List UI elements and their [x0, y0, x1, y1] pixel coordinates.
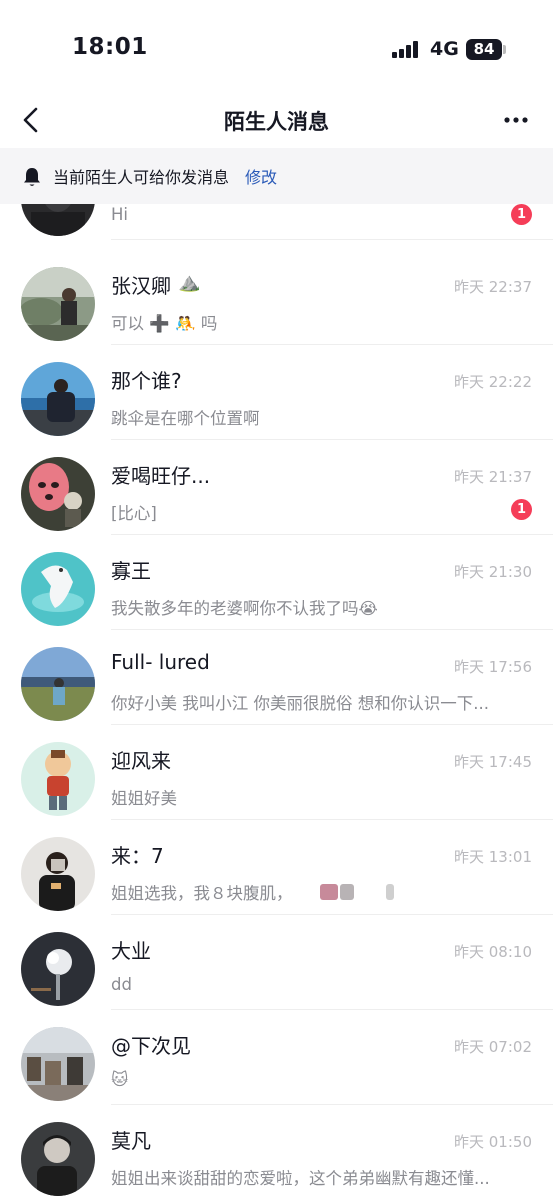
last-message: Hi — [111, 205, 128, 224]
contact-name: 迎风来 — [111, 749, 171, 773]
divider — [111, 239, 553, 240]
avatar — [21, 1027, 95, 1101]
last-message: 🐱 — [111, 1070, 129, 1089]
contact-name: Full- lured — [111, 650, 210, 674]
notice-banner: 当前陌生人可给你发消息 修改 — [0, 148, 553, 204]
contact-name: @下次见 — [111, 1034, 191, 1058]
avatar — [21, 204, 95, 236]
network-type: 4G — [430, 38, 459, 60]
last-message: 跳伞是在哪个位置啊 — [111, 409, 260, 428]
last-message: 姐姐选我，我８块腹肌， — [111, 884, 293, 903]
more-dots-icon — [504, 117, 528, 123]
conversation-row[interactable]: 大业 昨天 08:10 dd — [0, 915, 553, 1010]
conversation-row[interactable]: 莫凡 昨天 01:50 姐姐出来谈甜甜的恋爱啦，这个弟弟幽默有趣还懂... — [0, 1105, 553, 1200]
conversation-list: Hi 1 张汉卿 ⛰️ 昨天 22:37 可以 ➕ 🤼 吗 那个谁? 昨天 22… — [0, 204, 553, 1200]
last-message: 姐姐好美 — [111, 789, 177, 808]
conversation-row[interactable]: Full- lured 昨天 17:56 你好小美 我叫小江 你美丽很脱俗 想和… — [0, 630, 553, 725]
last-message: 可以 ➕ 🤼 吗 — [111, 314, 218, 333]
message-time: 昨天 21:37 — [454, 468, 532, 486]
message-time: 昨天 08:10 — [454, 943, 532, 961]
contact-name: 那个谁? — [111, 369, 182, 393]
message-time: 昨天 17:56 — [454, 658, 532, 676]
message-time: 昨天 17:45 — [454, 753, 532, 771]
signal-icon — [392, 40, 422, 58]
blurred-emoji — [386, 884, 394, 900]
message-time: 昨天 21:30 — [454, 563, 532, 581]
message-time: 昨天 07:02 — [454, 1038, 532, 1056]
conversation-row[interactable]: 张汉卿 ⛰️ 昨天 22:37 可以 ➕ 🤼 吗 — [0, 250, 553, 345]
conversation-row[interactable]: 那个谁? 昨天 22:22 跳伞是在哪个位置啊 — [0, 345, 553, 440]
contact-name: 张汉卿 — [111, 274, 171, 298]
battery-tip — [503, 45, 506, 54]
avatar — [21, 742, 95, 816]
message-time: 昨天 13:01 — [454, 848, 532, 866]
last-message: 你好小美 我叫小江 你美丽很脱俗 想和你认识一下... — [111, 694, 489, 713]
nav-bar: 陌生人消息 — [0, 92, 553, 148]
conversation-row[interactable]: Hi 1 — [0, 204, 553, 240]
blurred-emoji — [340, 884, 354, 900]
last-message: 姐姐出来谈甜甜的恋爱啦，这个弟弟幽默有趣还懂... — [111, 1169, 490, 1188]
contact-name: 寡王 — [111, 559, 151, 583]
conversation-row[interactable]: 爱喝旺仔... 昨天 21:37 [比心] 1 — [0, 440, 553, 535]
avatar — [21, 267, 95, 341]
conversation-row[interactable]: @下次见 昨天 07:02 🐱 — [0, 1010, 553, 1105]
last-message: dd — [111, 975, 132, 994]
blurred-emoji — [320, 884, 338, 900]
notice-text: 当前陌生人可给你发消息 — [53, 168, 230, 187]
avatar — [21, 552, 95, 626]
message-time: 昨天 22:37 — [454, 278, 532, 296]
status-bar: 18:01 4G 84 — [0, 0, 553, 100]
unread-badge: 1 — [511, 499, 532, 520]
conversation-row[interactable]: 寡王 昨天 21:30 我失散多年的老婆啊你不认我了吗😭 — [0, 535, 553, 630]
avatar — [21, 647, 95, 721]
avatar — [21, 457, 95, 531]
conversation-row[interactable]: 迎风来 昨天 17:45 姐姐好美 — [0, 725, 553, 820]
bell-icon — [24, 168, 40, 186]
unread-badge: 1 — [511, 204, 532, 225]
conversation-row[interactable]: 来：7 昨天 13:01 姐姐选我，我８块腹肌， — [0, 820, 553, 915]
last-message: 我失散多年的老婆啊你不认我了吗😭 — [111, 599, 378, 618]
last-message: [比心] — [111, 504, 157, 523]
avatar — [21, 932, 95, 1006]
battery-icon: 84 — [466, 39, 502, 60]
mountain-emoji: ⛰️ — [178, 272, 201, 293]
avatar — [21, 837, 95, 911]
contact-name: 大业 — [111, 939, 151, 963]
avatar — [21, 362, 95, 436]
message-time: 昨天 01:50 — [454, 1133, 532, 1151]
more-button[interactable] — [498, 100, 536, 140]
page-title: 陌生人消息 — [224, 110, 329, 134]
message-time: 昨天 22:22 — [454, 373, 532, 391]
modify-link[interactable]: 修改 — [245, 164, 277, 188]
avatar — [21, 1122, 95, 1196]
contact-name: 莫凡 — [111, 1129, 151, 1153]
status-time: 18:01 — [72, 34, 148, 60]
contact-name: 爱喝旺仔... — [111, 464, 211, 488]
contact-name: 来：7 — [111, 844, 164, 868]
